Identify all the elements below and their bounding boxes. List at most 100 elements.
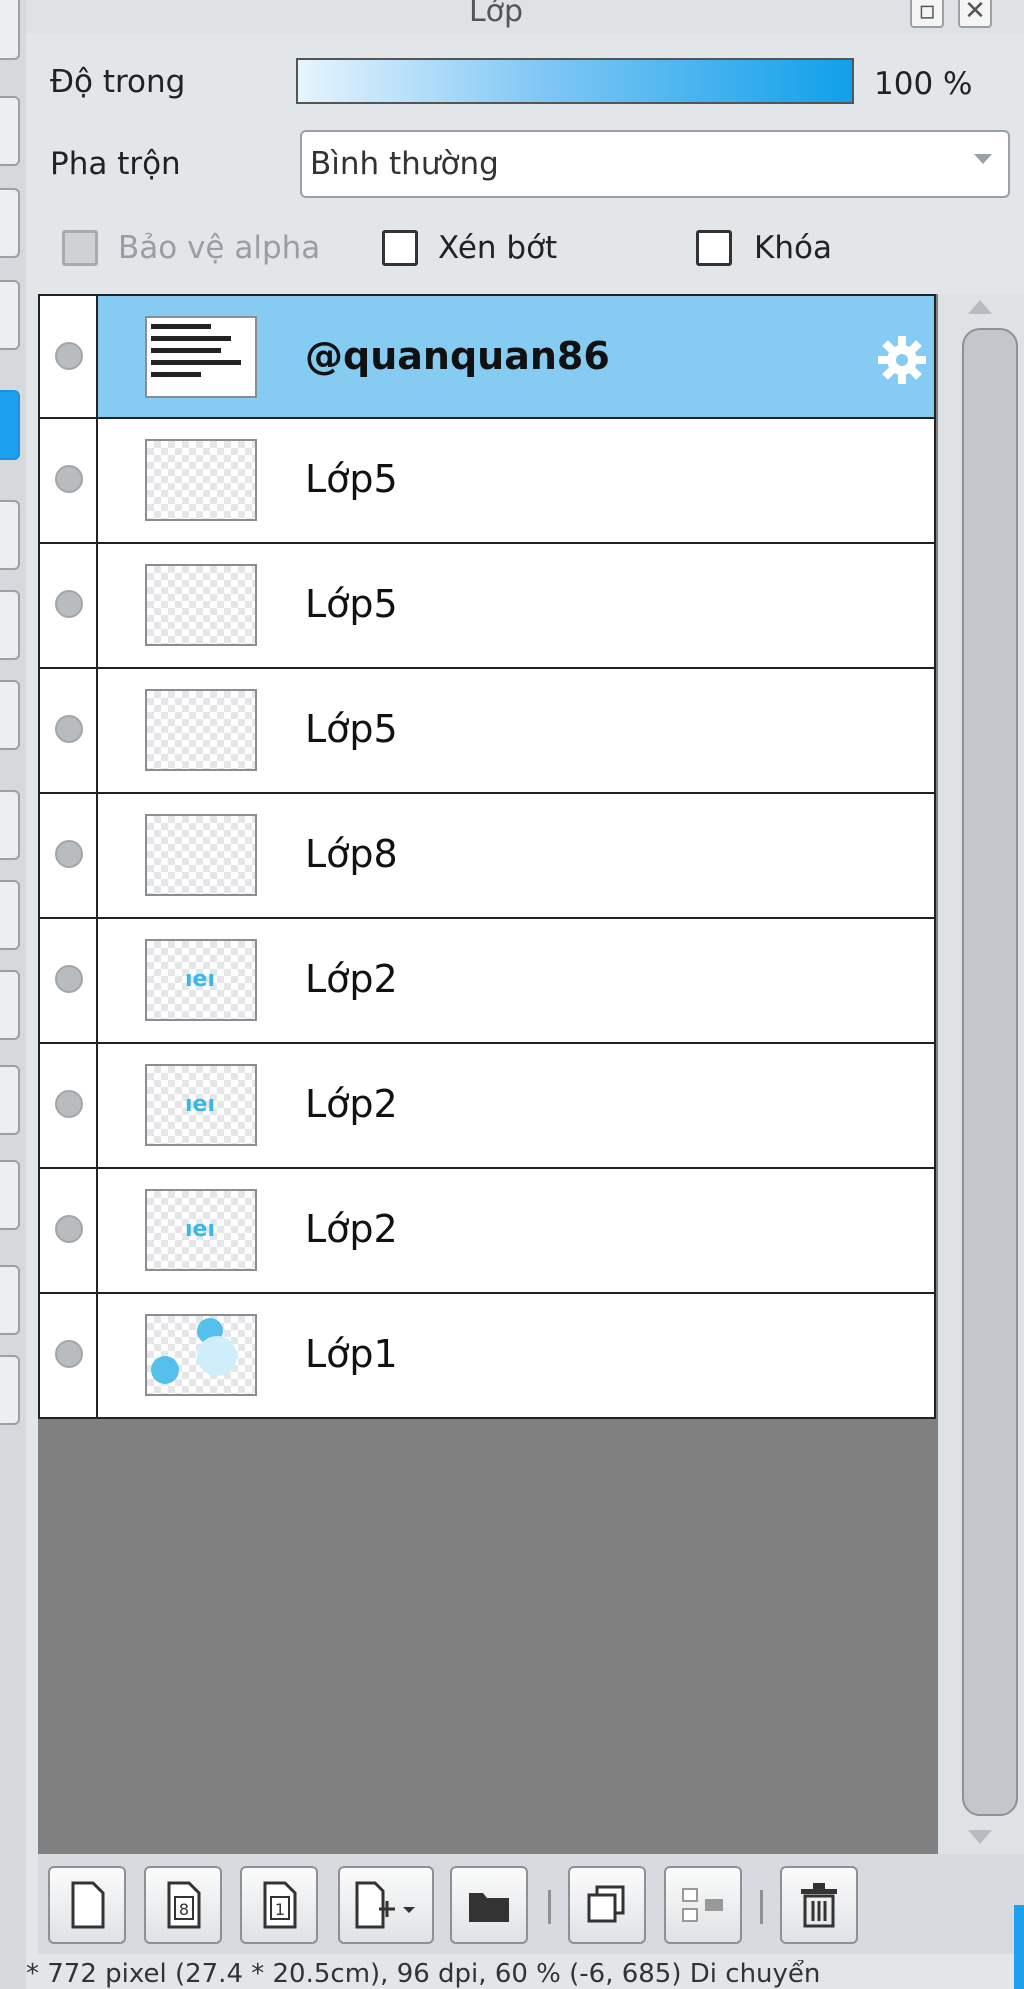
opacity-label: Độ trong bbox=[50, 64, 186, 100]
status-bar: * 772 pixel (27.4 * 20.5cm), 96 dpi, 60 … bbox=[26, 1960, 1024, 1989]
layer-row[interactable]: ıeı Lớp2 bbox=[38, 1044, 936, 1169]
protect-alpha-checkbox[interactable] bbox=[62, 230, 98, 266]
scrollbar-thumb[interactable] bbox=[962, 328, 1018, 1816]
blend-mode-value: Bình thường bbox=[310, 146, 499, 182]
layer-thumbnail: ıeı bbox=[145, 939, 257, 1021]
add-layer-menu-button[interactable] bbox=[338, 1866, 434, 1944]
layer-thumbnail bbox=[145, 564, 257, 646]
layer-name: @quanquan86 bbox=[305, 334, 610, 378]
close-icon[interactable]: ✕ bbox=[958, 0, 992, 28]
duplicate-layer-button[interactable] bbox=[568, 1866, 646, 1944]
blend-mode-select[interactable]: Bình thường bbox=[300, 130, 1010, 198]
tool-button[interactable] bbox=[0, 0, 20, 60]
layer-row[interactable]: Lớp5 bbox=[38, 669, 936, 794]
new-1bit-layer-icon: 1 bbox=[263, 1881, 297, 1929]
clip-checkbox[interactable] bbox=[382, 230, 418, 266]
toolbar-separator bbox=[760, 1890, 763, 1924]
clip-label: Xén bớt bbox=[438, 230, 558, 266]
eye-dot-icon bbox=[55, 715, 83, 743]
tool-button[interactable] bbox=[0, 280, 20, 350]
layer-panel: Lớp ▫ ✕ Độ trong 100 % Pha trộn Bình thư… bbox=[26, 0, 1024, 1989]
layer-list: @quanquan86 Lớp5 Lớp5 Lớp5 Lớp8 ıeı Lớp2 ıeı Lớp… bbox=[38, 294, 938, 1854]
tool-button[interactable] bbox=[0, 590, 20, 660]
lock-checkbox[interactable] bbox=[696, 230, 732, 266]
layer-name: Lớp5 bbox=[305, 457, 398, 501]
restore-icon[interactable]: ▫ bbox=[910, 0, 944, 28]
tool-button[interactable] bbox=[0, 1160, 20, 1230]
chevron-down-icon bbox=[974, 154, 992, 164]
eye-dot-icon bbox=[55, 965, 83, 993]
panel-title: Lớp bbox=[468, 0, 524, 29]
layer-name: Lớp2 bbox=[305, 1207, 398, 1251]
window-edge bbox=[1014, 1905, 1024, 1989]
layer-thumbnail bbox=[145, 1314, 257, 1396]
merge-layer-button[interactable] bbox=[664, 1866, 742, 1944]
tool-button[interactable] bbox=[0, 500, 20, 570]
tool-button-active[interactable] bbox=[0, 390, 20, 460]
new-1bit-layer-button[interactable]: 1 bbox=[240, 1866, 318, 1944]
visibility-toggle[interactable] bbox=[40, 669, 98, 792]
eye-dot-icon bbox=[55, 1340, 83, 1368]
tool-button[interactable] bbox=[0, 880, 20, 950]
eye-dot-icon bbox=[55, 465, 83, 493]
layer-row[interactable]: Lớp8 bbox=[38, 794, 936, 919]
eye-dot-icon bbox=[55, 1215, 83, 1243]
folder-icon bbox=[469, 1893, 509, 1922]
scroll-up-icon[interactable] bbox=[968, 300, 992, 314]
delete-layer-icon bbox=[801, 1883, 837, 1928]
opacity-slider[interactable] bbox=[296, 58, 854, 104]
gear-icon[interactable] bbox=[874, 332, 930, 388]
new-8bit-layer-button[interactable]: 8 bbox=[144, 1866, 222, 1944]
layer-thumbnail: ıeı bbox=[145, 1189, 257, 1271]
tool-button[interactable] bbox=[0, 680, 20, 750]
layer-thumbnail bbox=[145, 439, 257, 521]
visibility-toggle[interactable] bbox=[40, 1294, 98, 1417]
visibility-toggle[interactable] bbox=[40, 296, 98, 417]
layer-row[interactable]: ıeı Lớp2 bbox=[38, 919, 936, 1044]
layer-row[interactable]: ıeı Lớp2 bbox=[38, 1169, 936, 1294]
toolbar-separator bbox=[548, 1890, 551, 1924]
scroll-down-icon[interactable] bbox=[968, 1830, 992, 1844]
add-layer-menu-icon bbox=[355, 1881, 415, 1929]
layer-row-selected[interactable]: @quanquan86 bbox=[38, 294, 936, 419]
layer-name: Lớp2 bbox=[305, 957, 398, 1001]
scrollbar[interactable] bbox=[938, 294, 1024, 1854]
tool-button[interactable] bbox=[0, 96, 20, 166]
layer-thumbnail bbox=[145, 814, 257, 896]
tool-button[interactable] bbox=[0, 1065, 20, 1135]
visibility-toggle[interactable] bbox=[40, 419, 98, 542]
delete-layer-button[interactable] bbox=[780, 1866, 858, 1944]
layer-thumbnail: ıeı bbox=[145, 1064, 257, 1146]
opacity-value: 100 % bbox=[874, 66, 973, 102]
tool-button[interactable] bbox=[0, 1355, 20, 1425]
tool-button[interactable] bbox=[0, 970, 20, 1040]
eye-dot-icon bbox=[55, 590, 83, 618]
panel-titlebar: Lớp ▫ ✕ bbox=[26, 0, 1024, 34]
layer-row[interactable]: Lớp5 bbox=[38, 419, 936, 544]
merge-layer-icon bbox=[682, 1888, 723, 1922]
layer-name: Lớp2 bbox=[305, 1082, 398, 1126]
opacity-slider-fill bbox=[298, 60, 852, 102]
layer-name: Lớp1 bbox=[305, 1332, 398, 1376]
duplicate-layer-icon bbox=[587, 1885, 625, 1923]
lock-label: Khóa bbox=[754, 230, 832, 266]
visibility-toggle[interactable] bbox=[40, 919, 98, 1042]
tool-button[interactable] bbox=[0, 188, 20, 258]
eye-dot-icon bbox=[55, 840, 83, 868]
layer-row[interactable]: Lớp5 bbox=[38, 544, 936, 669]
layer-thumbnail bbox=[145, 689, 257, 771]
layer-row[interactable]: Lớp1 bbox=[38, 1294, 936, 1419]
new-8bit-layer-icon: 8 bbox=[167, 1881, 201, 1929]
new-layer-button[interactable] bbox=[48, 1866, 126, 1944]
visibility-toggle[interactable] bbox=[40, 544, 98, 667]
new-folder-button[interactable] bbox=[450, 1866, 528, 1944]
tool-button[interactable] bbox=[0, 1265, 20, 1335]
visibility-toggle[interactable] bbox=[40, 1169, 98, 1292]
visibility-toggle[interactable] bbox=[40, 1044, 98, 1167]
blend-label: Pha trộn bbox=[50, 146, 181, 182]
layer-name: Lớp5 bbox=[305, 707, 398, 751]
layer-thumbnail bbox=[145, 316, 257, 398]
visibility-toggle[interactable] bbox=[40, 794, 98, 917]
eye-dot-icon bbox=[55, 1090, 83, 1118]
tool-button[interactable] bbox=[0, 790, 20, 860]
